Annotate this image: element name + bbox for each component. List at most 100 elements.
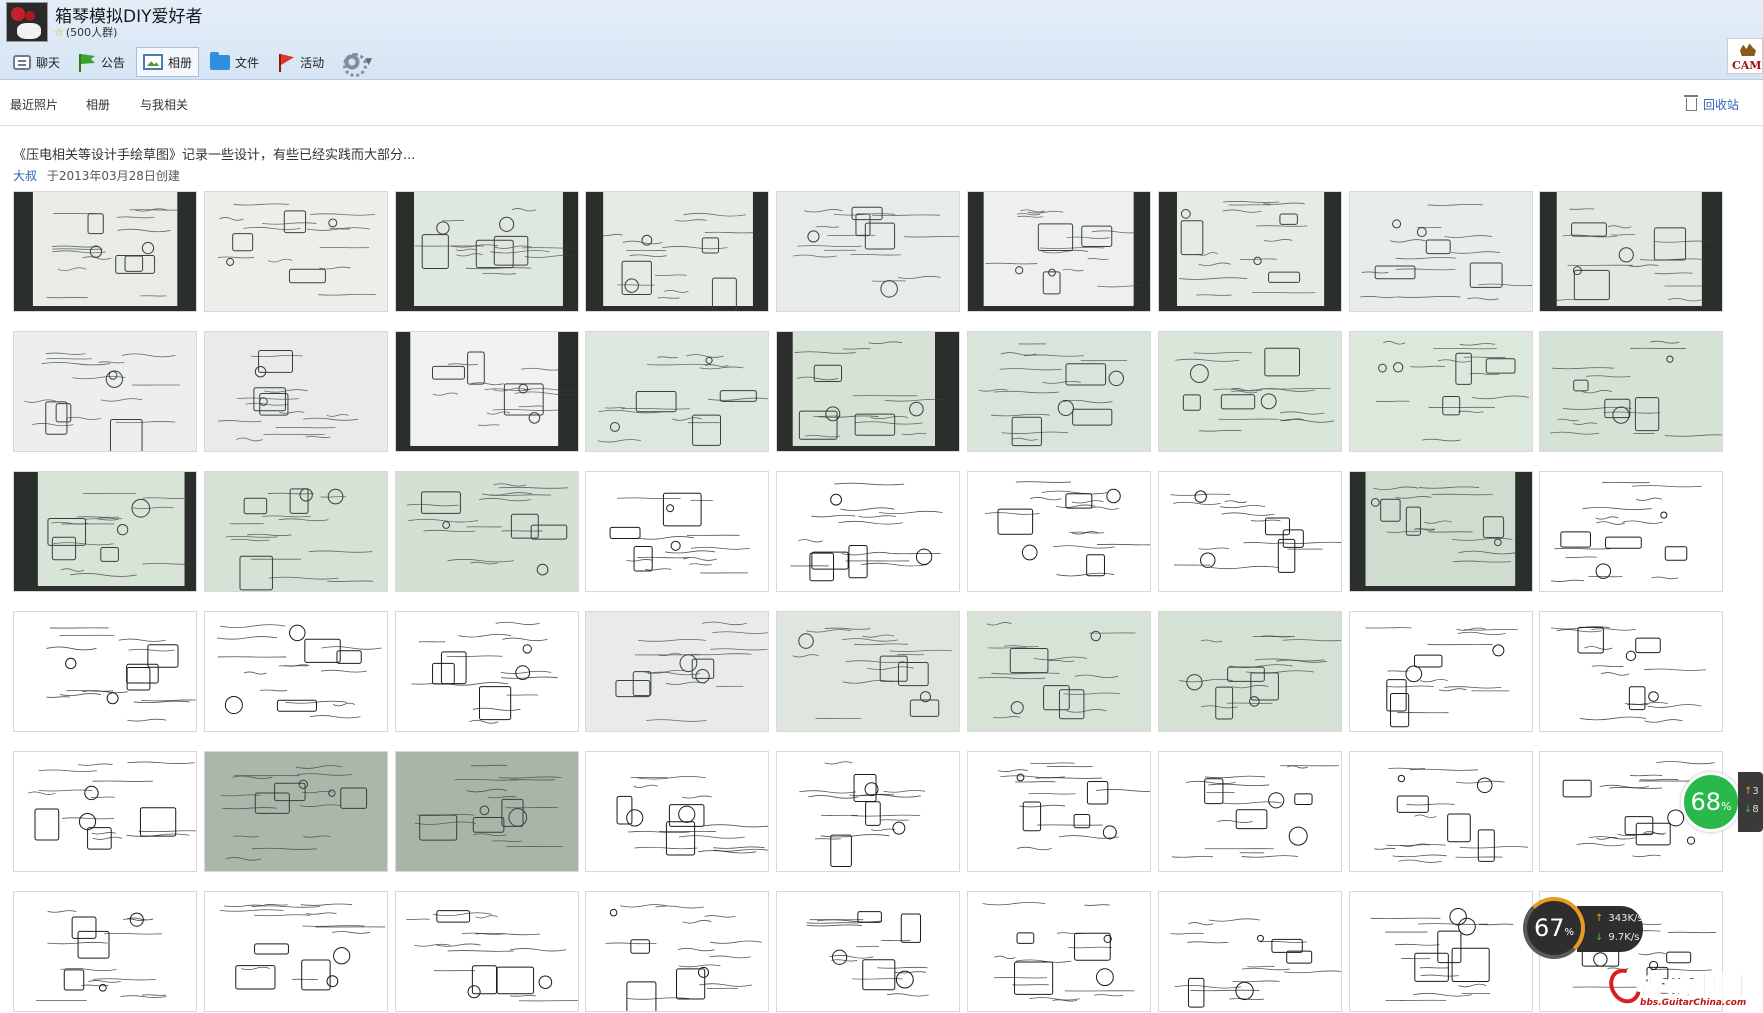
photo-thumbnail[interactable]: [13, 471, 197, 592]
photo-thumbnail[interactable]: [776, 611, 960, 732]
photo-thumbnail[interactable]: [13, 611, 197, 732]
sketch-image: [14, 192, 196, 311]
sketch-image: [396, 192, 578, 311]
photo-thumbnail[interactable]: [204, 471, 388, 592]
photo-thumbnail[interactable]: [1349, 331, 1533, 452]
photo-thumbnail[interactable]: [967, 891, 1151, 1012]
sketch-image: [777, 192, 959, 311]
watermark-sub: bbs.GuitarChina.com: [1640, 998, 1747, 1008]
sketch-image: [14, 472, 196, 591]
group-avatar[interactable]: [6, 2, 48, 42]
photo-thumbnail[interactable]: [1158, 891, 1342, 1012]
sketch-image: [205, 752, 387, 871]
photo-thumbnail[interactable]: [13, 891, 197, 1012]
flag-icon: [78, 54, 96, 72]
speed-boost-badge[interactable]: 68%: [1681, 772, 1741, 832]
download-speed: 9.7K/s: [1608, 932, 1640, 943]
photo-thumbnail[interactable]: [967, 751, 1151, 872]
photo-thumbnail[interactable]: [967, 471, 1151, 592]
tab-notice[interactable]: 公告: [71, 47, 132, 77]
network-monitor-widget[interactable]: ↑ 343K/s ↓ 9.7K/s 67%: [1523, 897, 1643, 963]
photo-thumbnail[interactable]: [1158, 191, 1342, 312]
album-author-link[interactable]: 大叔: [13, 169, 37, 183]
photo-thumbnail[interactable]: [585, 471, 769, 592]
sketch-image: [1350, 192, 1532, 311]
tab-album-label: 相册: [168, 55, 193, 70]
photo-thumbnail[interactable]: [204, 331, 388, 452]
photo-thumbnail[interactable]: [1158, 751, 1342, 872]
download-arrow-icon: ↓: [1595, 932, 1604, 943]
group-member-count: ☆ (500人群): [54, 24, 117, 40]
photo-thumbnail[interactable]: [13, 191, 197, 312]
sketch-image: [586, 612, 768, 731]
sketch-image: [586, 892, 768, 1011]
tab-activity-label: 活动: [300, 55, 325, 70]
photo-thumbnail[interactable]: [967, 331, 1151, 452]
sketch-image: [1159, 752, 1341, 871]
photo-thumbnail[interactable]: [585, 891, 769, 1012]
photo-thumbnail[interactable]: [967, 191, 1151, 312]
photo-thumbnail[interactable]: [204, 611, 388, 732]
photo-thumbnail[interactable]: [13, 751, 197, 872]
photo-thumbnail[interactable]: [585, 191, 769, 312]
subnav-tab-recent[interactable]: 最近照片: [10, 96, 58, 113]
photo-thumbnail[interactable]: [1349, 191, 1533, 312]
photo-thumbnail[interactable]: [395, 751, 579, 872]
photo-thumbnail[interactable]: [1349, 611, 1533, 732]
speed-badge-value: 68: [1690, 788, 1722, 816]
photo-thumbnail[interactable]: [1539, 471, 1723, 592]
photo-thumbnail[interactable]: [204, 751, 388, 872]
settings-menu-button[interactable]: ▼: [335, 47, 379, 77]
photo-thumbnail[interactable]: [1539, 331, 1723, 452]
photo-thumbnail[interactable]: [395, 191, 579, 312]
sketch-image: [777, 752, 959, 871]
sketch-image: [14, 612, 196, 731]
star-icon: ☆: [54, 25, 64, 39]
subnav-tab-related[interactable]: 与我相关: [140, 96, 188, 113]
photo-thumbnail[interactable]: [776, 751, 960, 872]
tab-file[interactable]: 文件: [203, 47, 266, 77]
photo-thumbnail[interactable]: [1158, 611, 1342, 732]
brand-logo[interactable]: CAMI: [1727, 38, 1763, 74]
sketch-image: [205, 332, 387, 451]
photo-thumbnail[interactable]: [1349, 471, 1533, 592]
sketch-image: [205, 892, 387, 1011]
upload-speed: 343K/s: [1608, 913, 1643, 924]
photo-thumbnail[interactable]: [776, 471, 960, 592]
photo-thumbnail[interactable]: [1539, 191, 1723, 312]
red-flag-icon: [277, 54, 295, 72]
album-title: 《压电相关等设计手绘草图》记录一些设计，有些已经实践而大部分...: [13, 148, 416, 163]
tab-file-label: 文件: [235, 55, 260, 70]
photo-thumbnail[interactable]: [1158, 331, 1342, 452]
photo-thumbnail[interactable]: [776, 891, 960, 1012]
photo-thumbnail[interactable]: [1539, 611, 1723, 732]
recycle-bin-link[interactable]: 回收站: [1683, 95, 1739, 113]
photo-thumbnail[interactable]: [395, 611, 579, 732]
sketch-image: [396, 332, 578, 451]
sketch-image: [1540, 612, 1722, 731]
photo-thumbnail[interactable]: [967, 611, 1151, 732]
tab-album[interactable]: 相册: [136, 47, 200, 77]
photo-thumbnail[interactable]: [585, 751, 769, 872]
sketch-image: [1159, 332, 1341, 451]
photo-thumbnail[interactable]: [585, 611, 769, 732]
photo-thumbnail[interactable]: [204, 191, 388, 312]
subnav-tab-albums[interactable]: 相册: [86, 96, 110, 113]
photo-thumbnail[interactable]: [13, 331, 197, 452]
photo-thumbnail[interactable]: [395, 891, 579, 1012]
photo-thumbnail[interactable]: [1158, 471, 1342, 592]
photo-thumbnail[interactable]: [585, 331, 769, 452]
tab-activity[interactable]: 活动: [270, 47, 331, 77]
photo-thumbnail[interactable]: [395, 331, 579, 452]
photo-thumbnail[interactable]: [1349, 751, 1533, 872]
sketch-image: [1350, 612, 1532, 731]
photo-thumbnail[interactable]: [776, 331, 960, 452]
photo-thumbnail[interactable]: [776, 191, 960, 312]
photo-thumbnail[interactable]: [395, 471, 579, 592]
photo-thumbnail[interactable]: [204, 891, 388, 1012]
speed-tail-up: 3: [1752, 786, 1759, 797]
sketch-image: [205, 192, 387, 311]
photo-thumbnail[interactable]: [1349, 891, 1533, 1012]
tab-chat[interactable]: 聊天: [6, 47, 67, 77]
member-count-text: (500人群): [65, 26, 118, 39]
